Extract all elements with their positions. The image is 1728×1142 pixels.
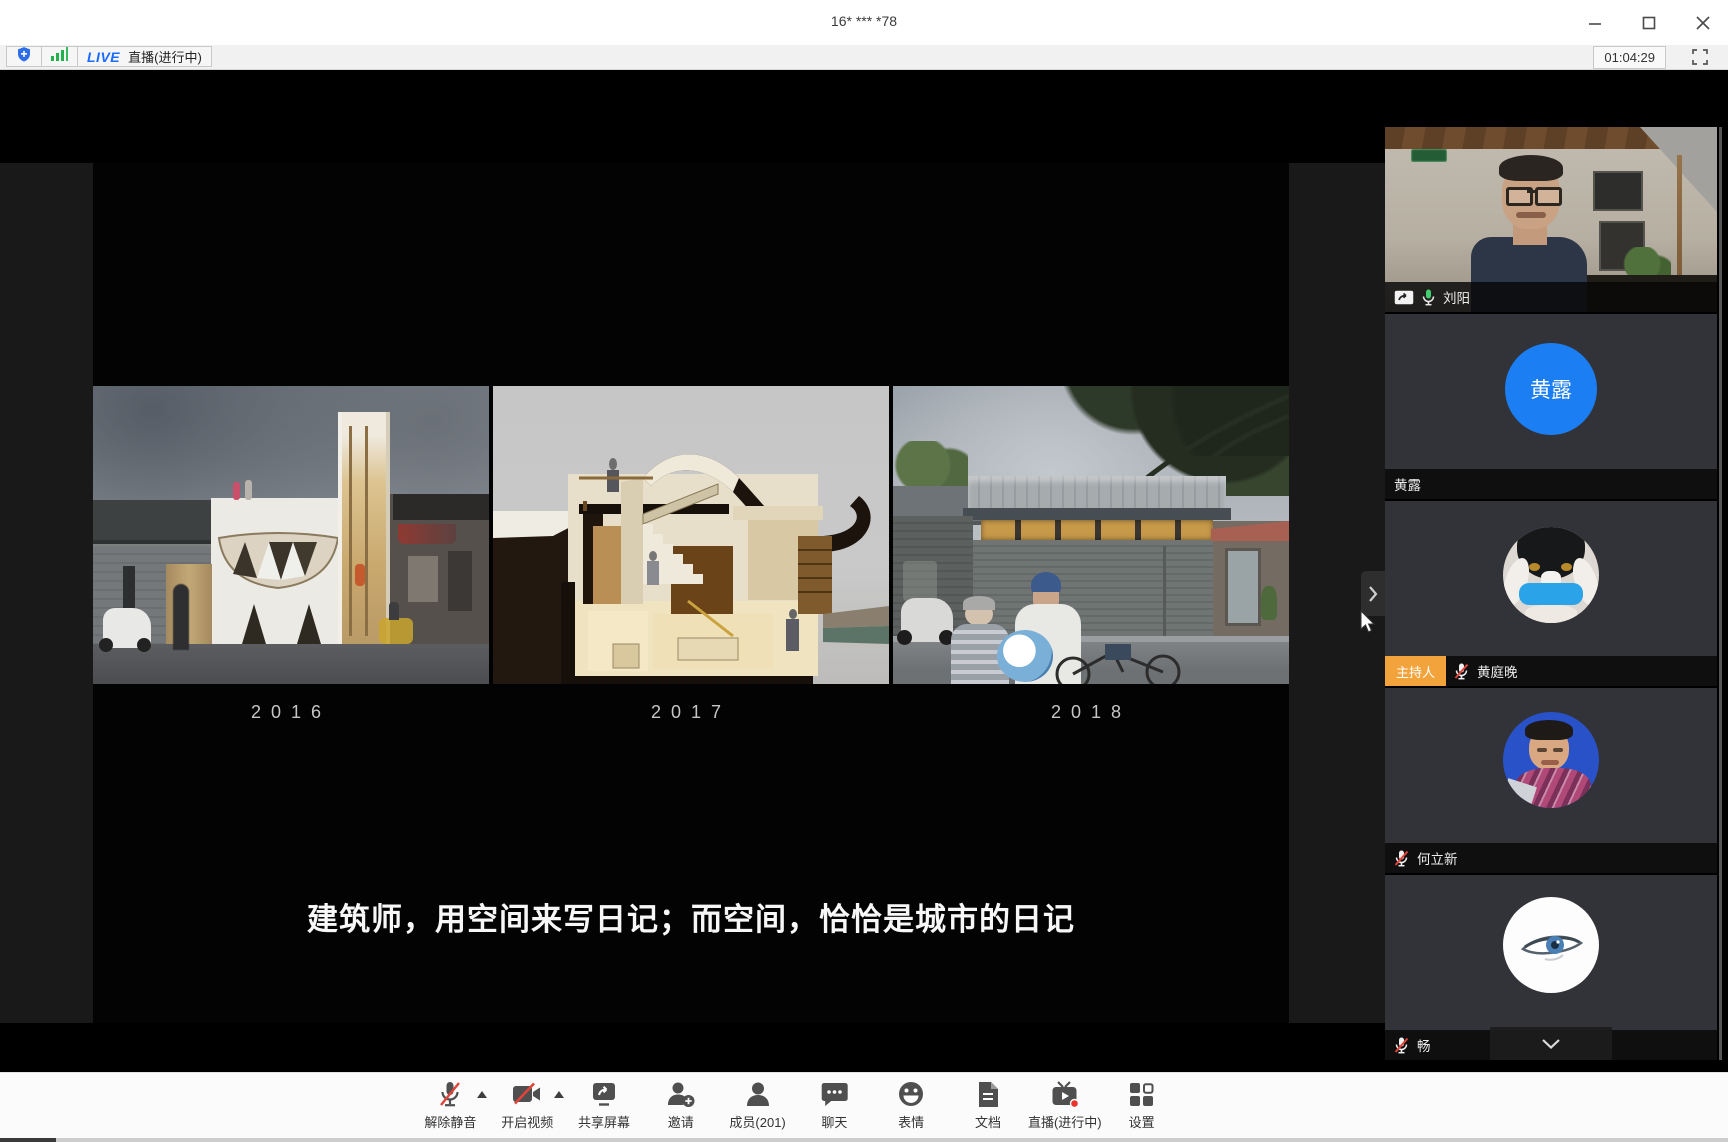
avatar-text: 黄露: [1530, 374, 1572, 404]
participant-tile-huangtingwan[interactable]: 主持人 黄庭晚: [1385, 501, 1717, 686]
toolbar-label: 文档: [975, 1112, 1001, 1131]
chevron-right-icon: [1368, 586, 1378, 602]
mic-on-icon: [1422, 289, 1435, 306]
members-button[interactable]: 成员(201): [719, 1080, 796, 1131]
settings-button[interactable]: 设置: [1103, 1080, 1180, 1131]
toolbar-label: 开启视频: [501, 1112, 553, 1131]
toolbar-label: 直播(进行中): [1028, 1112, 1102, 1131]
emoji-icon: [898, 1080, 924, 1108]
share-screen-icon: [591, 1080, 617, 1108]
camera-off-icon: [512, 1080, 542, 1108]
avatar-cat-photo: [1503, 527, 1599, 623]
host-role-badge: 主持人: [1385, 656, 1446, 686]
avatar-initial: 黄露: [1505, 343, 1597, 435]
slide-photo-2016: [93, 386, 489, 684]
share-screen-button[interactable]: 共享屏幕: [566, 1080, 643, 1131]
start-video-button[interactable]: 开启视频: [489, 1080, 566, 1131]
slide-photo-2018: [893, 386, 1289, 684]
meeting-window: 16* *** *78: [0, 0, 1728, 1142]
participant-tile-chang[interactable]: 畅: [1385, 875, 1717, 1060]
invite-icon: [667, 1080, 695, 1108]
live-tv-icon: [1051, 1080, 1079, 1108]
presentation-slide: 2016 2017 2018 建筑师，用空间来写日记；而空间，恰恰是城市的日记: [93, 163, 1289, 1023]
video-options-caret-icon[interactable]: [554, 1091, 564, 1098]
participant-name: 黄庭晚: [1477, 661, 1518, 681]
window-bottom-edge: [0, 1138, 1728, 1142]
toolbar-label: 聊天: [821, 1112, 847, 1131]
chevron-down-icon: [1542, 1039, 1560, 1049]
participant-sidebar: 刘阳 黄露 黄露 主持人: [1385, 127, 1717, 1060]
sidebar-collapse-down-button[interactable]: [1490, 1027, 1612, 1060]
toolbar-label: 解除静音: [424, 1112, 476, 1131]
document-button[interactable]: 文档: [950, 1080, 1027, 1131]
live-status-text: 直播(进行中): [128, 47, 202, 66]
year-label-2018: 2018: [893, 702, 1289, 723]
members-icon: [745, 1080, 771, 1108]
year-label-2016: 2016: [93, 702, 489, 723]
toolbar-label: 表情: [898, 1112, 924, 1131]
chat-button[interactable]: 聊天: [796, 1080, 873, 1131]
live-streaming-button[interactable]: 直播(进行中): [1026, 1080, 1103, 1131]
security-shield-icon: [16, 46, 32, 68]
live-status[interactable]: LIVE 直播(进行中): [77, 46, 212, 67]
mic-muted-icon: [1394, 850, 1409, 867]
slide-photo-2017: [493, 386, 889, 684]
participant-name: 刘阳: [1443, 287, 1470, 307]
screen-share-badge-icon: [1394, 290, 1414, 305]
toolbar-label: 成员(201): [729, 1112, 785, 1131]
mic-muted-icon: [438, 1080, 462, 1108]
network-quality[interactable]: [41, 46, 78, 67]
maximize-button[interactable]: [1634, 8, 1664, 38]
bottom-toolbar: 解除静音 开启视频 共享屏幕 邀请: [0, 1072, 1728, 1138]
window-title: 16* *** *78: [0, 13, 1728, 29]
fullscreen-button[interactable]: [1688, 47, 1712, 67]
participant-tile-helixin[interactable]: 何立新: [1385, 688, 1717, 873]
toolbar-label: 共享屏幕: [578, 1112, 630, 1131]
emoji-button[interactable]: 表情: [873, 1080, 950, 1131]
participant-name: 何立新: [1417, 848, 1458, 868]
participant-name: 黄露: [1394, 474, 1421, 494]
status-bar: LIVE 直播(进行中) 01:04:29: [0, 45, 1728, 70]
year-label-2017: 2017: [493, 702, 889, 723]
chat-icon: [821, 1080, 848, 1108]
participant-tile-huanglu[interactable]: 黄露 黄露: [1385, 314, 1717, 499]
meeting-timer: 01:04:29: [1593, 46, 1666, 69]
mouse-cursor: [1360, 610, 1378, 636]
close-button[interactable]: [1688, 8, 1718, 38]
settings-icon: [1129, 1080, 1154, 1108]
toolbar-label: 设置: [1129, 1112, 1155, 1131]
avatar-photo: [1503, 712, 1599, 808]
invite-button[interactable]: 邀请: [642, 1080, 719, 1131]
unmute-button[interactable]: 解除静音: [412, 1080, 489, 1131]
avatar-eye-photo: [1503, 897, 1599, 993]
participant-tile-liuyang[interactable]: 刘阳: [1385, 127, 1717, 312]
mic-muted-icon: [1394, 1037, 1409, 1054]
sidebar-scrollbar[interactable]: [1719, 127, 1722, 1060]
slide-caption: 建筑师，用空间来写日记；而空间，恰恰是城市的日记: [93, 894, 1289, 939]
security-status[interactable]: [6, 46, 42, 67]
mic-options-caret-icon[interactable]: [477, 1091, 487, 1098]
toolbar-label: 邀请: [668, 1112, 694, 1131]
participant-name: 畅: [1417, 1035, 1431, 1055]
title-bar: 16* *** *78: [0, 0, 1728, 45]
document-icon: [977, 1080, 999, 1108]
mic-muted-icon: [1454, 663, 1469, 680]
minimize-button[interactable]: [1580, 8, 1610, 38]
network-signal-icon: [51, 47, 68, 67]
live-badge: LIVE: [87, 49, 120, 65]
